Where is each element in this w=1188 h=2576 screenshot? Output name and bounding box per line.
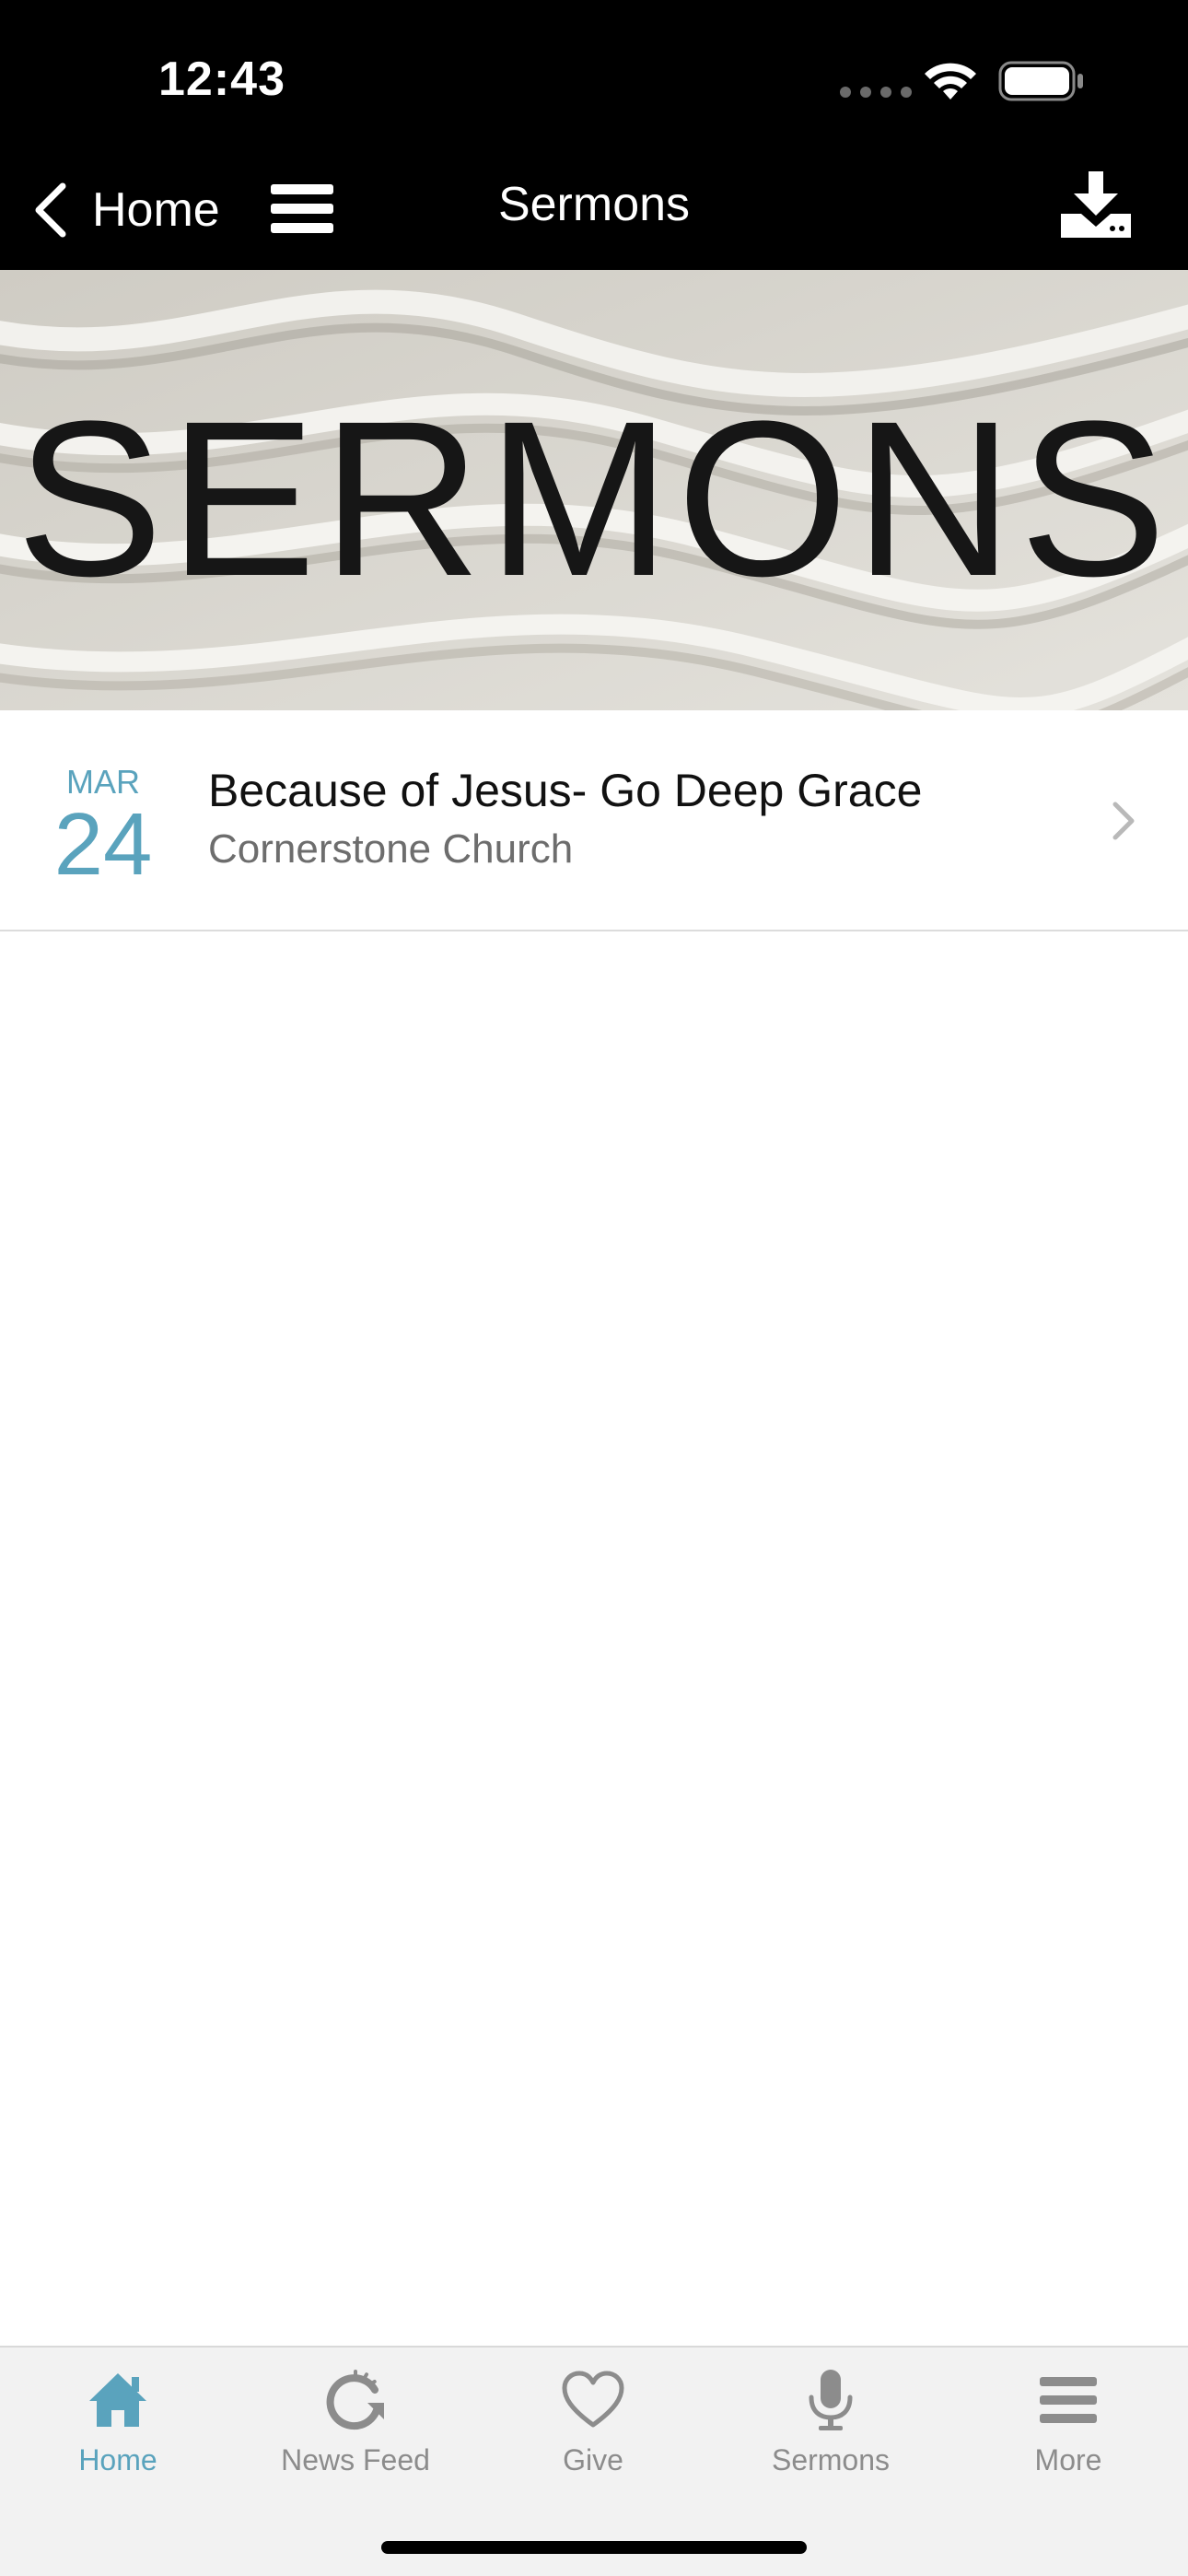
battery-icon xyxy=(998,61,1083,101)
back-button-label: Home xyxy=(92,183,220,237)
tab-sermons-label: Sermons xyxy=(771,2443,891,2476)
tab-sermons[interactable]: Sermons xyxy=(720,2368,941,2477)
refresh-icon xyxy=(326,2370,384,2430)
status-time: 12:43 xyxy=(158,53,285,106)
hamburger-menu-icon[interactable] xyxy=(271,182,333,236)
tab-home-label: Home xyxy=(78,2443,157,2476)
heart-icon xyxy=(562,2371,624,2428)
sermon-date: MAR 24 xyxy=(46,764,160,889)
top-bar: 12:43 Home Sermons xyxy=(0,0,1188,270)
back-button[interactable]: Home xyxy=(31,177,220,243)
chevron-right-icon xyxy=(1112,802,1135,840)
tab-give-label: Give xyxy=(563,2443,623,2476)
tab-more[interactable]: More xyxy=(958,2368,1179,2477)
sermon-title: Because of Jesus- Go Deep Grace xyxy=(208,765,923,816)
banner-heading: SERMONS xyxy=(16,375,1172,622)
tab-home[interactable]: Home xyxy=(7,2368,228,2477)
home-indicator[interactable] xyxy=(381,2541,807,2554)
home-icon xyxy=(89,2373,146,2427)
cellular-signal-icon xyxy=(840,87,912,98)
sermon-subtitle: Cornerstone Church xyxy=(208,826,574,872)
microphone-icon xyxy=(809,2370,853,2430)
menu-icon xyxy=(1040,2377,1097,2423)
tab-give[interactable]: Give xyxy=(483,2368,704,2477)
chevron-left-icon xyxy=(35,182,66,238)
sermons-banner: SERMONS xyxy=(0,270,1188,710)
sermon-list-item[interactable]: MAR 24 Because of Jesus- Go Deep Grace C… xyxy=(0,710,1188,931)
sermon-day: 24 xyxy=(53,795,153,894)
download-icon[interactable] xyxy=(1061,171,1131,238)
tab-news-feed-label: News Feed xyxy=(281,2443,430,2476)
wifi-icon xyxy=(925,63,976,100)
tab-news-feed[interactable]: News Feed xyxy=(245,2368,466,2477)
tab-more-label: More xyxy=(1034,2443,1102,2476)
